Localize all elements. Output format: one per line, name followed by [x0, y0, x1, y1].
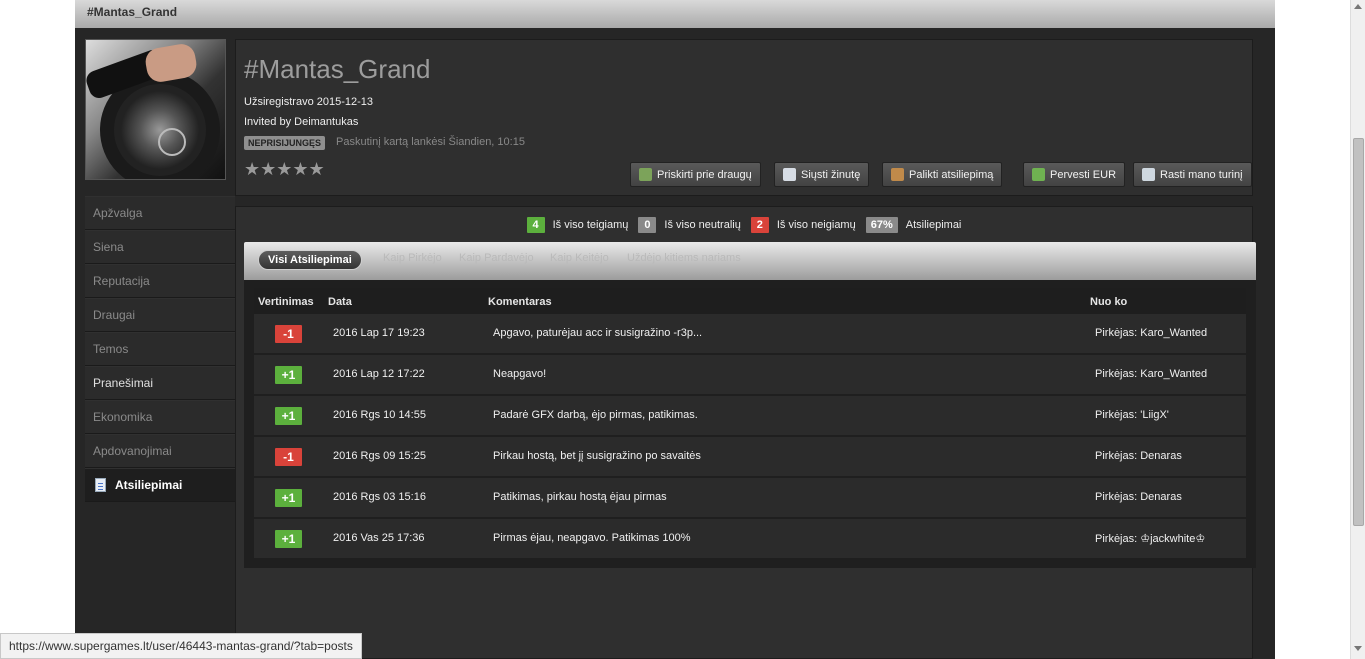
row-date: 2016 Vas 25 17:36 [333, 532, 425, 544]
profile-name: #Mantas_Grand [244, 54, 431, 84]
table-row: +1 2016 Vas 25 17:36 Pirmas ėjau, neapga… [254, 519, 1246, 559]
leave-feedback-button[interactable]: Palikti atsiliepimą [882, 162, 1003, 187]
tab-as-exchanger[interactable]: Kaip Keitėjo [550, 252, 609, 264]
table-row: -1 2016 Lap 17 19:23 Apgavo, paturėjau a… [254, 314, 1246, 354]
header-rating: Vertinimas [258, 296, 314, 308]
sidebar-item-overview[interactable]: Apžvalga [85, 196, 235, 230]
tab-all-feedback[interactable]: Visi Atsiliepimai [258, 250, 362, 270]
rating-badge: +1 [275, 407, 302, 425]
row-from: Pirkėjas: Denaras [1095, 491, 1182, 503]
vertical-scrollbar[interactable] [1350, 0, 1365, 659]
row-comment: Apgavo, paturėjau acc ir susigražino -r3… [493, 327, 703, 339]
sidebar-item-label: Atsiliepimai [115, 478, 183, 492]
feedback-panel: 4 Iš viso teigiamų 0 Iš viso neutralių 2… [235, 206, 1256, 659]
header-from: Nuo ko [1090, 296, 1128, 308]
negative-label: Iš viso neigiamų [776, 219, 856, 231]
row-from: Pirkėjas: Karo_Wanted [1095, 327, 1208, 339]
status-badge: NEPRISIJUNGĘS [244, 136, 326, 150]
row-date: 2016 Lap 12 17:22 [333, 368, 425, 380]
sidebar-item-posts[interactable]: Pranešimai [85, 366, 235, 400]
title-bar-text: #Mantas_Grand [87, 5, 178, 19]
rating-badge: -1 [275, 448, 302, 466]
sidebar-item-economy[interactable]: Ekonomika [85, 400, 235, 434]
rating-badge: +1 [275, 366, 302, 384]
negative-count: 2 [750, 217, 769, 233]
row-comment: Pirkau hostą, bet jį susigražino po sava… [493, 450, 701, 462]
neutral-count: 0 [638, 217, 657, 233]
sidebar-item-reputation[interactable]: Reputacija [85, 264, 235, 298]
feedback-icon [891, 168, 904, 181]
tab-as-buyer[interactable]: Kaip Pirkėjo [383, 252, 442, 264]
profile-header: #Mantas_Grand Užsiregistravo 2015-12-13 … [235, 39, 1253, 196]
row-from: Pirkėjas: 'LiigX' [1095, 409, 1169, 421]
feedback-percent-label: Atsiliepimai [905, 219, 962, 231]
row-date: 2016 Rgs 09 15:25 [333, 450, 426, 462]
row-comment: Pirmas ėjau, neapgavo. Patikimas 100% [493, 532, 691, 544]
document-icon [95, 478, 106, 492]
rating-badge: -1 [275, 325, 302, 343]
invited-by: Invited by Deimantukas [244, 116, 359, 128]
tab-as-seller[interactable]: Kaip Pardavėjo [459, 252, 534, 264]
scroll-thumb[interactable] [1353, 138, 1364, 526]
row-from: Pirkėjas: Karo_Wanted [1095, 368, 1208, 380]
sidebar-item-feedback[interactable]: Atsiliepimai [85, 468, 235, 502]
status-bar-url: https://www.supergames.lt/user/46443-man… [0, 633, 362, 659]
table-row: +1 2016 Rgs 10 14:55 Padarė GFX darbą, ė… [254, 396, 1246, 436]
table-row: +1 2016 Lap 12 17:22 Neapgavo! Pirkėjas:… [254, 355, 1246, 395]
rating-badge: +1 [275, 530, 302, 548]
feedback-table: Vertinimas Data Komentaras Nuo ko -1 201… [244, 280, 1256, 568]
scroll-up-icon[interactable] [1354, 4, 1362, 9]
add-friend-button[interactable]: Priskirti prie draugų [630, 162, 761, 187]
avatar [85, 39, 226, 180]
row-date: 2016 Rgs 03 15:16 [333, 491, 426, 503]
table-row: -1 2016 Rgs 09 15:25 Pirkau hostą, bet j… [254, 437, 1246, 477]
find-content-button[interactable]: Rasti mano turinį [1133, 162, 1252, 187]
sidebar-item-friends[interactable]: Draugai [85, 298, 235, 332]
header-date: Data [328, 296, 352, 308]
header-comment: Komentaras [488, 296, 552, 308]
message-icon [783, 168, 796, 181]
row-date: 2016 Lap 17 19:23 [333, 327, 425, 339]
title-bar: #Mantas_Grand [75, 0, 1275, 28]
rating-stars: ★★★★★ [244, 159, 325, 179]
row-comment: Padarė GFX darbą, ėjo pirmas, patikimas. [493, 409, 698, 421]
row-date: 2016 Rgs 10 14:55 [333, 409, 426, 421]
money-icon [1032, 168, 1045, 181]
feedback-tabs: Visi Atsiliepimai Kaip Pirkėjo Kaip Pard… [244, 242, 1256, 280]
row-from: Pirkėjas: ♔jackwhite♔ [1095, 533, 1206, 545]
sidebar-item-wall[interactable]: Siena [85, 230, 235, 264]
tab-given-to-others[interactable]: Uždėjo kitiems nariams [627, 252, 741, 264]
positive-label: Iš viso teigiamų [552, 219, 629, 231]
positive-count: 4 [526, 217, 545, 233]
search-icon [1142, 168, 1155, 181]
transfer-eur-button[interactable]: Pervesti EUR [1023, 162, 1126, 187]
feedback-summary: 4 Iš viso teigiamų 0 Iš viso neutralių 2… [236, 217, 1254, 233]
table-row: +1 2016 Rgs 03 15:16 Patikimas, pirkau h… [254, 478, 1246, 518]
row-from: Pirkėjas: Denaras [1095, 450, 1182, 462]
last-visit: Paskutinį kartą lankėsi Šiandien, 10:15 [336, 136, 525, 148]
table-header: Vertinimas Data Komentaras Nuo ko [254, 288, 1246, 314]
scroll-down-icon[interactable] [1354, 646, 1362, 651]
rating-badge: +1 [275, 489, 302, 507]
sidebar-item-awards[interactable]: Apdovanojimai [85, 434, 235, 468]
registration-date: Užsiregistravo 2015-12-13 [244, 96, 374, 108]
row-comment: Neapgavo! [493, 368, 547, 380]
user-add-icon [639, 168, 652, 181]
send-message-button[interactable]: Siųsti žinutę [774, 162, 870, 187]
main-container: #Mantas_Grand #Mantas_Grand Užsiregistra… [75, 0, 1275, 659]
profile-sidebar: Apžvalga Siena Reputacija Draugai Temos … [85, 196, 235, 502]
feedback-percent: 67% [865, 217, 898, 233]
sidebar-item-topics[interactable]: Temos [85, 332, 235, 366]
neutral-label: Iš viso neutralių [664, 219, 741, 231]
page-margin-left [0, 0, 75, 659]
page-margin-right [1275, 0, 1350, 659]
row-comment: Patikimas, pirkau hostą ėjau pirmas [493, 491, 667, 503]
